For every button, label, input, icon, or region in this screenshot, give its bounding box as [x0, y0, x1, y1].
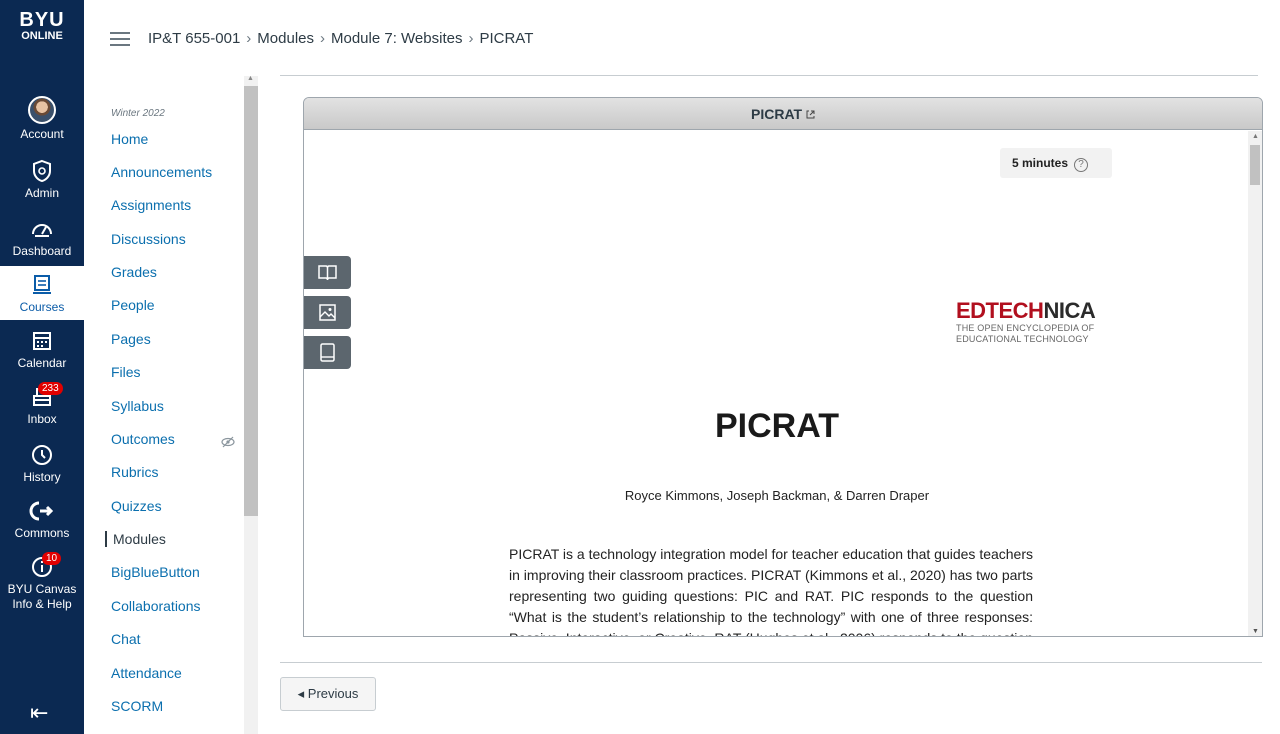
- course-nav-assignments[interactable]: Assignments: [111, 197, 191, 213]
- courses-icon: [33, 275, 51, 294]
- course-nav-announcements[interactable]: Announcements: [111, 164, 212, 180]
- course-term: Winter 2022: [111, 108, 165, 119]
- byu-online-logo[interactable]: BYU ONLINE: [0, 10, 84, 42]
- tablet-button[interactable]: [304, 336, 351, 369]
- course-nav-rubrics[interactable]: Rubrics: [111, 464, 158, 480]
- tablet-icon: [320, 343, 335, 362]
- course-nav-grades[interactable]: Grades: [111, 264, 157, 280]
- global-nav-account[interactable]: Account: [0, 96, 84, 141]
- course-nav-people[interactable]: People: [111, 297, 155, 313]
- breadcrumb-bar: IP&T 655-001 › Modules › Module 7: Websites ›…: [84, 0, 1280, 76]
- course-nav-home[interactable]: Home: [111, 131, 148, 147]
- previous-button[interactable]: ◂ Previous: [280, 677, 376, 711]
- logo-line2: ONLINE: [21, 30, 63, 42]
- course-nav-chat[interactable]: Chat: [111, 631, 141, 647]
- course-nav-files[interactable]: Files: [111, 364, 141, 380]
- external-link-icon[interactable]: [806, 110, 815, 119]
- breadcrumb-module[interactable]: Module 7: Websites: [331, 30, 462, 47]
- footer-divider: [280, 662, 1262, 663]
- breadcrumb-divider: [280, 75, 1258, 76]
- image-button[interactable]: [304, 296, 351, 329]
- course-nav-attendance[interactable]: Attendance: [111, 665, 182, 681]
- course-nav-discussions[interactable]: Discussions: [111, 231, 186, 247]
- global-nav-admin[interactable]: Admin: [0, 158, 84, 200]
- course-nav-quizzes[interactable]: Quizzes: [111, 498, 162, 514]
- global-nav-label: Commons: [14, 526, 70, 540]
- global-nav-label: Admin: [24, 186, 59, 200]
- global-nav-dashboard[interactable]: Dashboard: [0, 216, 84, 258]
- breadcrumb: IP&T 655-001 › Modules › Module 7: Websites ›…: [148, 30, 533, 47]
- external-tool-frame: PICRAT 5 minutes? EDTECHNICA THE OPEN EN…: [303, 97, 1263, 637]
- scroll-down-arrow-icon[interactable]: ▼: [1252, 628, 1259, 635]
- global-nav-label: BYU Canvas Info & Help: [7, 582, 77, 611]
- document-authors: Royce Kimmons, Joseph Backman, & Darren …: [624, 488, 930, 503]
- breadcrumb-current: PICRAT: [479, 30, 534, 47]
- help-circle-icon[interactable]: ?: [1074, 158, 1089, 172]
- document-paragraph: PICRAT is a technology integration model…: [509, 546, 1034, 636]
- breadcrumb-course[interactable]: IP&T 655-001: [148, 30, 240, 47]
- scroll-up-arrow-icon[interactable]: ▲: [247, 76, 254, 82]
- course-nav: Winter 2022 Home Announcements Assignmen…: [84, 76, 258, 734]
- global-nav-label: Inbox: [27, 412, 57, 426]
- global-nav-inbox[interactable]: 233 Inbox: [0, 382, 84, 426]
- frame-scrollbar[interactable]: ▲ ▼: [1248, 131, 1262, 636]
- frame-title-bar: PICRAT: [304, 98, 1262, 130]
- global-nav-label: Calendar: [17, 356, 67, 370]
- shield-icon: [33, 159, 51, 183]
- course-nav-scrollbar[interactable]: ▲: [244, 76, 258, 734]
- global-nav-history[interactable]: History: [0, 442, 84, 484]
- course-nav-modules[interactable]: Modules: [105, 531, 166, 547]
- hidden-eye-icon: [221, 436, 235, 448]
- global-nav-label: History: [23, 470, 61, 484]
- course-nav-outcomes[interactable]: Outcomes: [111, 431, 175, 447]
- frame-scroll-thumb[interactable]: [1250, 145, 1260, 185]
- frame-body: 5 minutes? EDTECHNICA THE OPEN ENCYCLOPE…: [304, 131, 1250, 636]
- global-nav-label: Account: [20, 127, 64, 141]
- frame-title: PICRAT: [751, 106, 803, 122]
- dashboard-icon: [32, 224, 52, 237]
- commons-icon: [29, 501, 54, 521]
- hamburger-menu-icon[interactable]: [110, 32, 130, 46]
- global-nav-courses[interactable]: Courses: [0, 266, 84, 320]
- image-icon: [319, 304, 336, 321]
- document-title: PICRAT: [714, 407, 840, 445]
- edtechnica-logo: EDTECHNICA THE OPEN ENCYCLOPEDIA OF EDUC…: [956, 298, 1096, 345]
- breadcrumb-separator: ›: [320, 30, 325, 47]
- course-nav-bigbluebutton[interactable]: BigBlueButton: [111, 564, 200, 580]
- course-nav-scorm[interactable]: SCORM: [111, 698, 163, 714]
- global-nav-help[interactable]: 10 BYU Canvas Info & Help: [0, 552, 84, 612]
- global-nav: BYU ONLINE Account Admin Dashboard Cours…: [0, 0, 84, 734]
- edtechnica-subtitle-2: EDUCATIONAL TECHNOLOGY: [956, 334, 1089, 344]
- course-nav-pages[interactable]: Pages: [111, 331, 151, 347]
- breadcrumb-modules[interactable]: Modules: [257, 30, 314, 47]
- book-button[interactable]: [304, 256, 351, 289]
- scroll-up-arrow-icon[interactable]: ▲: [1252, 133, 1259, 140]
- calendar-icon: [33, 332, 51, 350]
- breadcrumb-separator: ›: [246, 30, 252, 47]
- global-nav-label: Courses: [19, 300, 65, 314]
- course-nav-collaborations[interactable]: Collaborations: [111, 598, 201, 614]
- edtechnica-word-b: NICA: [1043, 298, 1096, 323]
- help-badge: 10: [42, 552, 62, 565]
- inbox-badge: 233: [38, 382, 63, 395]
- logo-line1: BYU: [19, 9, 65, 31]
- clock-icon: [32, 445, 52, 465]
- breadcrumb-separator: ›: [468, 30, 474, 47]
- avatar: [28, 96, 56, 124]
- collapse-nav-icon[interactable]: ⇤: [30, 700, 48, 726]
- reading-time-chip: 5 minutes?: [1000, 148, 1112, 178]
- edtechnica-subtitle-1: THE OPEN ENCYCLOPEDIA OF: [956, 323, 1095, 333]
- edtechnica-word-a: EDTECH: [956, 298, 1044, 323]
- course-nav-syllabus[interactable]: Syllabus: [111, 398, 164, 414]
- book-icon: [318, 265, 337, 281]
- course-nav-scroll-thumb[interactable]: [244, 86, 258, 516]
- global-nav-label: Dashboard: [12, 244, 72, 258]
- reading-time: 5 minutes: [1012, 156, 1069, 170]
- global-nav-calendar[interactable]: Calendar: [0, 328, 84, 370]
- global-nav-commons[interactable]: Commons: [0, 498, 84, 540]
